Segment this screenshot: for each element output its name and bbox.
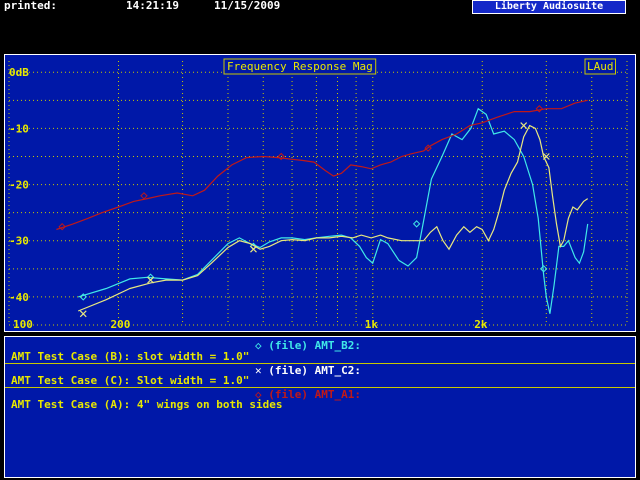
y-tick-label: -40 [9,291,29,304]
brand-badge: Liberty Audiosuite [472,0,626,14]
x-tick-label: 2k [474,318,488,331]
data-marker-AMT_C2 [79,310,87,318]
y-tick-label: 0dB [9,66,29,79]
legend-b-file: ◇ (file) AMT_B2: [255,339,361,352]
y-tick-label: -10 [9,122,29,135]
series-line-AMT_A1 [56,99,588,231]
y-tick-label: -20 [9,179,29,192]
series-line-AMT_B2 [78,107,589,314]
x-tick-label: 100 [13,318,33,331]
legend-panel: ◇ (file) AMT_B2: AMT Test Case (B): slot… [4,336,636,478]
printed-label: printed: [4,0,57,12]
frequency-response-chart: Frequency Response Mag LAud 0dB -10 -20 -30 -4… [8,58,628,331]
print-time: 14:21:19 [126,0,179,12]
data-marker-AMT_A1 [140,192,148,200]
data-marker-AMT_C2 [250,245,257,253]
y-tick-label: -30 [9,235,29,248]
x-tick-label: 1k [365,318,379,331]
x-tick-label: 200 [110,318,130,331]
series-line-AMT_C2 [77,124,589,312]
chart-title: Frequency Response Mag [227,60,373,73]
chart-panel: Frequency Response Mag LAud 0dB -10 -20 -30 -4… [4,54,636,332]
print-date: 11/15/2009 [214,0,281,12]
data-marker-AMT_C2 [520,122,528,130]
legend-c-desc: AMT Test Case (C): Slot width = 1.0" [11,374,250,387]
legend-a-desc: AMT Test Case (A): 4" wings on both side… [11,398,283,411]
legend-c-file: ✕ (file) AMT_C2: [255,364,361,377]
legend-b-desc: AMT Test Case (B): slot width = 1.0" [11,350,250,363]
chart-badge: LAud [587,60,614,73]
data-marker-AMT_B2 [412,220,421,228]
